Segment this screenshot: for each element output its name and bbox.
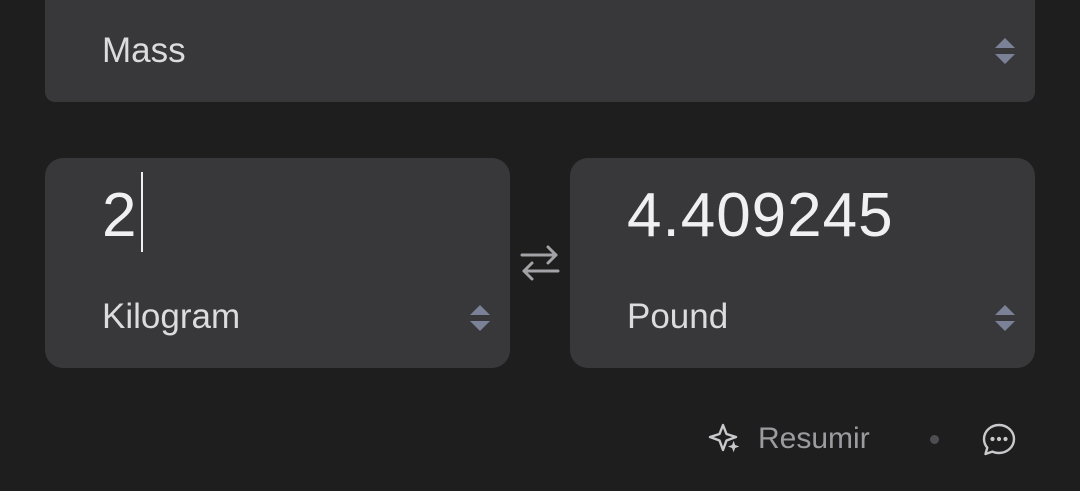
to-unit-box: 4.409245 Pound: [570, 158, 1035, 368]
from-unit-label: Kilogram: [102, 297, 241, 336]
footer-actions: Resumir: [0, 415, 1080, 463]
separator-dot: [930, 435, 939, 444]
from-unit-box: 2 Kilogram: [45, 158, 510, 368]
sparkle-icon: [708, 423, 740, 453]
updown-chevron-icon: [470, 305, 490, 331]
to-unit-select[interactable]: Pound: [570, 284, 1035, 350]
chat-bubble-icon[interactable]: [980, 421, 1018, 459]
swap-arrows-icon[interactable]: [518, 241, 562, 285]
category-select[interactable]: Mass: [45, 0, 1035, 102]
category-selected-label: Mass: [102, 31, 186, 70]
to-unit-label: Pound: [627, 297, 729, 336]
text-caret: [141, 172, 143, 252]
from-unit-select[interactable]: Kilogram: [45, 284, 510, 350]
from-value-input[interactable]: 2: [102, 176, 137, 256]
to-value-output[interactable]: 4.409245: [627, 176, 894, 256]
summarize-label: Resumir: [758, 422, 870, 455]
unit-converter: Mass 2 Kilogram 4.409245 Pound Resumir: [0, 0, 1080, 491]
updown-chevron-icon: [995, 38, 1015, 64]
summarize-button[interactable]: Resumir: [708, 415, 870, 463]
updown-chevron-icon: [995, 305, 1015, 331]
